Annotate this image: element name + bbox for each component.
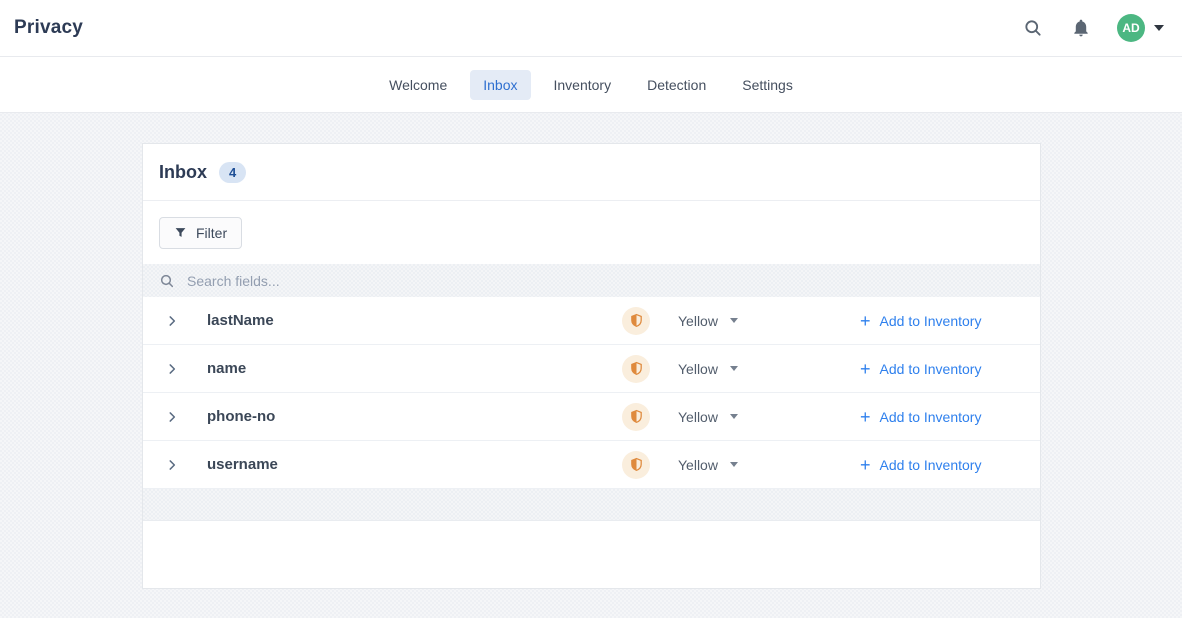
field-name: name — [207, 360, 622, 377]
main-nav: Welcome Inbox Inventory Detection Settin… — [0, 57, 1182, 113]
dropdown-caret-icon — [730, 318, 738, 323]
expand-chevron-icon[interactable] — [163, 314, 181, 328]
user-menu-caret-icon — [1154, 25, 1164, 31]
expand-chevron-icon[interactable] — [163, 410, 181, 424]
inbox-count-badge: 4 — [219, 162, 246, 183]
privacy-app: Privacy AD Welcome Inbox Inventory Detec… — [0, 0, 1182, 618]
plus-icon: + — [860, 408, 871, 426]
plus-icon: + — [860, 312, 871, 330]
add-to-inventory-button[interactable]: + Add to Inventory — [860, 360, 1000, 378]
search-icon[interactable] — [1021, 16, 1045, 40]
classification-value: Yellow — [678, 313, 718, 329]
shield-icon — [622, 403, 650, 431]
shield-icon — [622, 451, 650, 479]
classification-dropdown[interactable]: Yellow — [664, 457, 782, 473]
plus-icon: + — [860, 360, 871, 378]
top-bar-actions: AD — [1021, 14, 1164, 42]
top-bar: Privacy AD — [0, 0, 1182, 57]
user-menu[interactable]: AD — [1117, 14, 1164, 42]
table-empty-band — [143, 489, 1040, 521]
add-to-inventory-label: Add to Inventory — [880, 409, 982, 425]
classification-dropdown[interactable]: Yellow — [664, 313, 782, 329]
add-to-inventory-button[interactable]: + Add to Inventory — [860, 408, 1000, 426]
table-row: lastName Yellow + Add to Inventory — [143, 297, 1040, 345]
field-name: username — [207, 456, 622, 473]
add-to-inventory-button[interactable]: + Add to Inventory — [860, 312, 1000, 330]
expand-chevron-icon[interactable] — [163, 458, 181, 472]
classification-dropdown[interactable]: Yellow — [664, 409, 782, 425]
expand-chevron-icon[interactable] — [163, 362, 181, 376]
dropdown-caret-icon — [730, 462, 738, 467]
shield-icon — [622, 355, 650, 383]
funnel-icon — [174, 226, 187, 239]
dropdown-caret-icon — [730, 366, 738, 371]
search-fields-bar — [143, 264, 1040, 297]
filter-toolbar: Filter — [143, 201, 1040, 264]
app-title: Privacy — [14, 17, 83, 39]
tab-welcome[interactable]: Welcome — [376, 70, 460, 100]
table-row: username Yellow + Add to Inventory — [143, 441, 1040, 489]
field-name: phone-no — [207, 408, 622, 425]
tab-detection[interactable]: Detection — [634, 70, 719, 100]
table-row: phone-no Yellow + Add to Inventory — [143, 393, 1040, 441]
inbox-card-footer — [143, 521, 1040, 588]
inbox-card: Inbox 4 Filter — [142, 143, 1041, 589]
plus-icon: + — [860, 456, 871, 474]
classification-dropdown[interactable]: Yellow — [664, 361, 782, 377]
add-to-inventory-label: Add to Inventory — [880, 457, 982, 473]
classification-value: Yellow — [678, 457, 718, 473]
dropdown-caret-icon — [730, 414, 738, 419]
classification-value: Yellow — [678, 361, 718, 377]
classification-value: Yellow — [678, 409, 718, 425]
inbox-title: Inbox — [159, 162, 207, 183]
search-fields-icon — [159, 273, 175, 289]
tab-inbox[interactable]: Inbox — [470, 70, 530, 100]
field-name: lastName — [207, 312, 622, 329]
tab-inventory[interactable]: Inventory — [541, 70, 625, 100]
add-to-inventory-label: Add to Inventory — [880, 313, 982, 329]
filter-button[interactable]: Filter — [159, 217, 242, 249]
tab-settings[interactable]: Settings — [729, 70, 806, 100]
add-to-inventory-label: Add to Inventory — [880, 361, 982, 377]
add-to-inventory-button[interactable]: + Add to Inventory — [860, 456, 1000, 474]
search-fields-input[interactable] — [187, 273, 1024, 289]
notifications-bell-icon[interactable] — [1069, 16, 1093, 40]
avatar[interactable]: AD — [1117, 14, 1145, 42]
table-row: name Yellow + Add to Inventory — [143, 345, 1040, 393]
filter-button-label: Filter — [196, 225, 227, 241]
shield-icon — [622, 307, 650, 335]
inbox-card-header: Inbox 4 — [143, 144, 1040, 201]
